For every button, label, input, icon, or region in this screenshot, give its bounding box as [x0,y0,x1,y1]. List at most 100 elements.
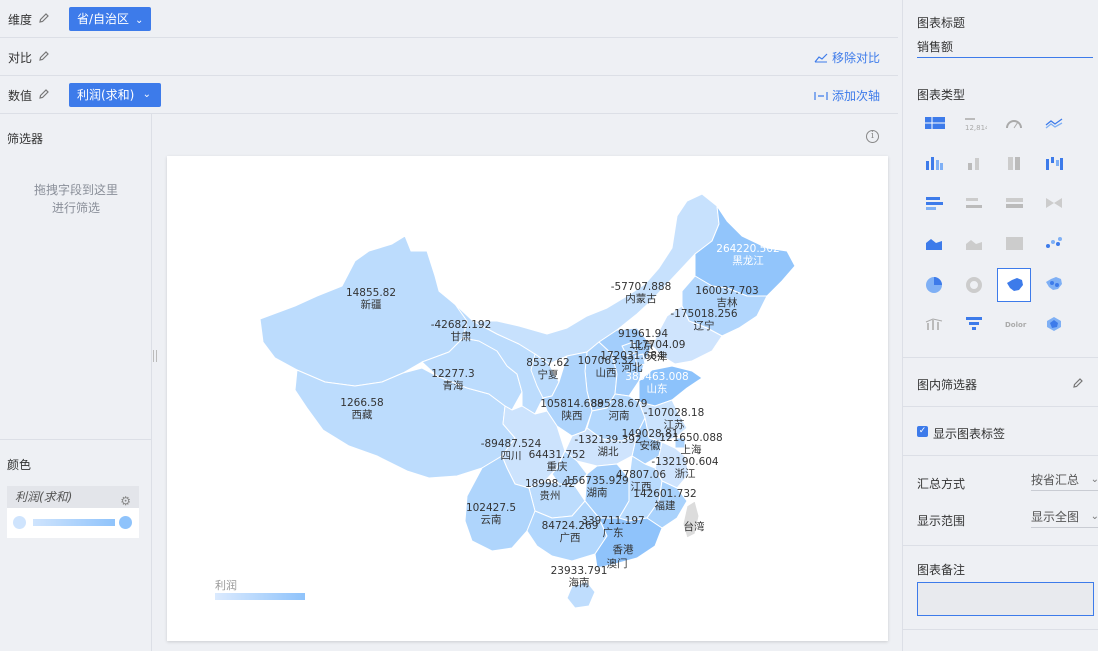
edit-pencil-icon[interactable] [38,50,50,62]
gear-icon[interactable]: ⚙ [120,490,131,512]
type-radar[interactable] [1037,308,1071,342]
map-value-label: 89528.679 [591,398,648,410]
color-gradient-bar [33,519,115,526]
type-stacked-area[interactable] [957,228,991,262]
dimension-chip-label: 省/自治区 [77,12,130,26]
type-word-cloud[interactable]: Dolor [997,308,1031,342]
map-region-label: 湖北 [598,446,619,458]
map-region-label: 广东 [603,526,624,539]
map-value-label: 23933.791 [551,565,608,577]
range-select[interactable]: 显示全图 ⌄ [1031,508,1098,528]
map-region-label: 云南 [481,513,502,526]
map-value-label: 264220.502 [716,243,779,255]
map-value-label: -132190.604 [651,456,719,468]
type-table[interactable] [917,108,951,142]
map-region-label: 四川 [501,450,522,462]
divider [903,357,1098,358]
aggregation-select[interactable]: 按省汇总 ⌄ [1031,471,1098,491]
type-bar[interactable] [917,188,951,222]
type-scatter[interactable] [1037,228,1071,262]
stacked-column-icon [968,158,979,170]
line-chart-icon [1045,118,1063,129]
type-pie[interactable] [917,268,951,302]
table-icon [925,117,945,129]
map-region-label: 辽宁 [694,319,715,332]
map-value-label: 160037.703 [695,285,758,297]
type-stacked-bar[interactable] [957,188,991,222]
big-number-text: 12,814 [965,124,987,132]
chart-note-input[interactable] [917,582,1094,616]
type-bidirectional-bar[interactable] [1037,188,1071,222]
remove-compare-button[interactable]: 移除对比 [814,49,880,66]
bubble-map-icon [1046,277,1062,290]
value-chip[interactable]: 利润(求和) ⌄ [69,83,161,107]
type-stacked-column[interactable] [957,148,991,182]
left-panel: 筛选器 拖拽字段到这里 进行筛选 颜色 利润(求和) ⚙ [0,114,152,651]
type-area[interactable] [917,228,951,262]
edit-pencil-icon[interactable] [1072,377,1084,389]
map-value-label: 47807.06 [616,469,666,481]
chart-note-label: 图表备注 [917,563,966,577]
info-icon[interactable]: i [866,130,879,143]
value-row: 数值 利润(求和) ⌄ 添加次轴 [0,76,898,114]
type-column[interactable] [917,148,951,182]
map-value-label: 142601.732 [633,488,696,500]
map-region-label: 浙江 [675,468,696,480]
edit-pencil-icon[interactable] [38,88,50,100]
color-title: 颜色 [7,458,32,472]
chart-title-label: 图表标题 [917,16,966,30]
type-donut[interactable] [957,268,991,302]
map-region-label: 湖南 [587,486,608,499]
type-funnel[interactable] [957,308,991,342]
dimension-chip[interactable]: 省/自治区 ⌄ [69,7,152,31]
map-region-label: 陕西 [562,409,583,422]
map-value-label: -132139.392 [574,434,641,446]
map-region-label: 西藏 [352,409,373,421]
add-secondary-axis-button[interactable]: 添加次轴 [814,87,880,104]
radar-icon [1047,317,1061,331]
map-region-label: 广西 [560,532,581,544]
pie-chart-icon [926,277,942,293]
chart-title-input[interactable]: 销售额 [917,38,1093,58]
map-value-label: 117704.09 [629,339,686,351]
type-percent-column[interactable] [997,148,1031,182]
map-region-label: 宁夏 [538,368,559,381]
color-max-swatch[interactable] [119,516,132,529]
map-value-label: 385463.008 [625,371,688,383]
type-bubble-map[interactable] [1037,268,1071,302]
color-field-label: 利润(求和) [15,490,73,504]
map-region-label: 海南 [569,576,590,589]
map-region-label: 山西 [596,367,617,379]
type-combo[interactable] [917,308,951,342]
chevron-down-icon: ⌄ [135,15,144,26]
map-region-label: 内蒙古 [625,292,657,305]
type-big-number[interactable]: 12,814 [957,108,991,142]
chevron-down-icon: ⌄ [142,89,151,100]
edit-pencil-icon[interactable] [38,12,50,24]
filter-hint-line1: 拖拽字段到这里 [33,183,118,197]
map-value-label: -57707.888 [611,281,672,293]
panel-resize-handle[interactable] [153,350,157,362]
show-labels-checkbox[interactable]: ✓ [917,426,928,437]
map-value-label: -42682.192 [431,319,492,331]
color-field-card[interactable]: 利润(求和) ⚙ [7,486,139,538]
map-region-label: 澳门 [607,557,628,570]
chevron-down-icon: ⌄ [1090,474,1098,485]
color-min-swatch[interactable] [13,516,26,529]
type-gauge[interactable] [997,108,1031,142]
filter-dropzone[interactable]: 拖拽字段到这里 进行筛选 [0,181,152,217]
secondary-axis-icon [814,92,828,100]
type-percent-area[interactable] [997,228,1031,262]
map-value-label: -107028.18 [644,407,705,419]
chart-card: 264220.502 黑龙江 160037.703 吉林 -175018.256 辽宁 -5… [167,156,888,641]
map-value-label: -175018.256 [670,308,738,320]
type-waterfall[interactable] [1037,148,1071,182]
type-line[interactable] [1037,108,1071,142]
stacked-area-icon [966,240,982,250]
field-config: 维度 省/自治区 ⌄ 对比 移除对比 数值 利润(求和) ⌄ 添加次轴 [0,0,898,114]
type-map[interactable] [997,268,1031,302]
column-chart-icon [926,157,943,170]
filter-title: 筛选器 [7,132,44,146]
scatter-icon [1046,237,1062,248]
type-percent-bar[interactable] [997,188,1031,222]
